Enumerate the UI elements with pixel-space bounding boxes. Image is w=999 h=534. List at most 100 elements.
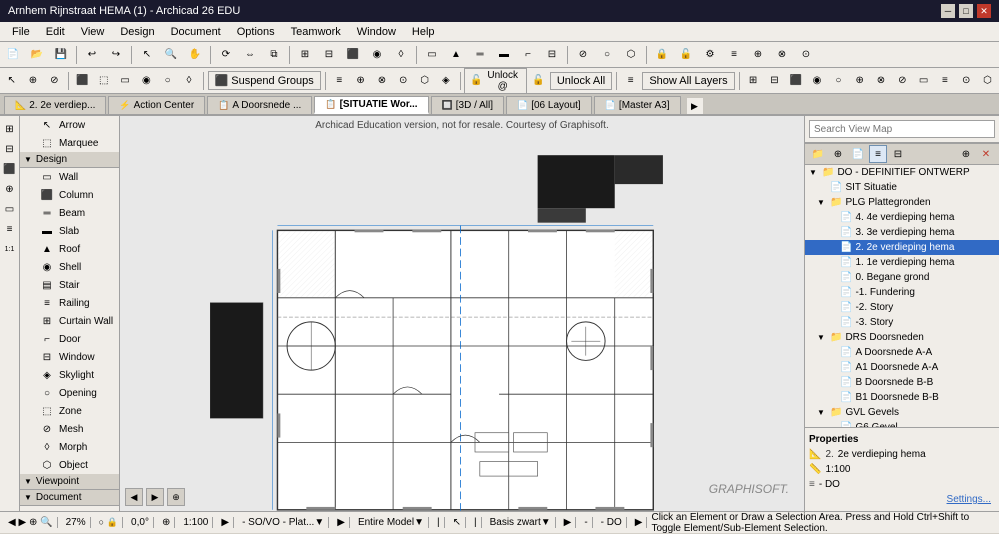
tb4[interactable]: ◉	[366, 44, 388, 66]
tb-r2-17[interactable]: ⊟	[765, 70, 784, 92]
tb9[interactable]: ▬	[493, 44, 515, 66]
redo-btn[interactable]: ↪	[105, 44, 127, 66]
rp-btn-4[interactable]: ≡	[869, 145, 887, 163]
tb-r2-16[interactable]: ⊞	[743, 70, 762, 92]
tb-r2-24[interactable]: ▭	[914, 70, 933, 92]
tb17[interactable]: ⚙	[699, 44, 721, 66]
tb20[interactable]: ⊗	[771, 44, 793, 66]
unlock-all-btn[interactable]: Unlock All	[550, 72, 612, 90]
status-prev-btn[interactable]: ◀	[8, 517, 16, 528]
tb-r2-25[interactable]: ≡	[935, 70, 954, 92]
suspend-groups-btn[interactable]: ⬛ Suspend Groups	[208, 71, 321, 90]
tb-r2-23[interactable]: ⊘	[893, 70, 912, 92]
tool-railing[interactable]: ≡ Railing	[20, 294, 119, 312]
view-map-search-input[interactable]	[809, 120, 995, 138]
undo-btn[interactable]: ↩	[81, 44, 103, 66]
tb13[interactable]: ○	[596, 44, 618, 66]
tool-beam[interactable]: ═ Beam	[20, 204, 119, 222]
tb-r2-2[interactable]: ⊕	[23, 70, 42, 92]
tab-3d[interactable]: 🔲 [3D / All]	[431, 96, 504, 114]
tool-opening[interactable]: ○ Opening	[20, 384, 119, 402]
tree-item-plg[interactable]: ▼ 📁 PLG Plattegronden	[805, 195, 999, 210]
tb1[interactable]: ⊞	[294, 44, 316, 66]
menu-options[interactable]: Options	[229, 24, 283, 40]
tb3[interactable]: ⬛	[342, 44, 364, 66]
tool-marquee[interactable]: ⬚ Marquee	[20, 134, 119, 152]
nav-fit-btn[interactable]: ⊕	[167, 488, 185, 506]
tool-skylight[interactable]: ◈ Skylight	[20, 366, 119, 384]
tree-item-gvl[interactable]: ▼ 📁 GVL Gevels	[805, 405, 999, 420]
rp-close-btn[interactable]: ✕	[977, 145, 995, 163]
tool-zone[interactable]: ⬚ Zone	[20, 402, 119, 420]
tree-item-1e[interactable]: 📄 1. 1e verdieping hema	[805, 255, 999, 270]
tb-r2-6[interactable]: ▭	[115, 70, 134, 92]
tool-window[interactable]: ⊟ Window	[20, 348, 119, 366]
tree-item-g6[interactable]: 📄 G6 Gevel	[805, 420, 999, 427]
rotate-btn[interactable]: ⟳	[215, 44, 237, 66]
tb18[interactable]: ≡	[723, 44, 745, 66]
rp-btn-5[interactable]: ⊟	[889, 145, 907, 163]
arrow-tool[interactable]: ↖	[136, 44, 158, 66]
tab-master[interactable]: 📄 [Master A3]	[594, 96, 681, 114]
tool-shell[interactable]: ◉ Shell	[20, 258, 119, 276]
tb10[interactable]: ⌐	[517, 44, 539, 66]
nav-forward-btn[interactable]: ▶	[146, 488, 164, 506]
rp-btn-1[interactable]: 📁	[809, 145, 827, 163]
tool-curtain-wall[interactable]: ⊞ Curtain Wall	[20, 312, 119, 330]
rp-btn-2[interactable]: ⊕	[829, 145, 847, 163]
open-btn[interactable]: 📂	[26, 44, 48, 66]
status-pen[interactable]: Basis zwart▼	[486, 517, 556, 528]
tb-r2-20[interactable]: ○	[829, 70, 848, 92]
tb-r2-9[interactable]: ◊	[179, 70, 198, 92]
lv-btn-1[interactable]: ⊞	[1, 120, 19, 138]
tb-r2-layer1[interactable]: ≡	[621, 70, 640, 92]
status-angle-btn[interactable]: ○	[99, 517, 104, 527]
canvas-area[interactable]: Archicad Education version, not for resa…	[120, 116, 804, 511]
tb-r2-27[interactable]: ⬡	[978, 70, 997, 92]
tb-r2-15[interactable]: ◈	[436, 70, 455, 92]
tb-r2-21[interactable]: ⊕	[850, 70, 869, 92]
tb-r2-19[interactable]: ◉	[807, 70, 826, 92]
lv-btn-2[interactable]: ⊟	[1, 140, 19, 158]
settings-link[interactable]: Settings...	[809, 492, 995, 507]
status-model[interactable]: Entire Model▼	[354, 517, 429, 528]
design-section-header[interactable]: Design	[20, 152, 119, 168]
menu-teamwork[interactable]: Teamwork	[283, 24, 349, 40]
status-layer-combo[interactable]: - SO/VO - Plat...▼	[238, 517, 329, 528]
tb19[interactable]: ⊕	[747, 44, 769, 66]
tool-mesh[interactable]: ⊘ Mesh	[20, 420, 119, 438]
mirror-btn[interactable]: ⇔	[239, 44, 261, 66]
tab-2e-verdiep[interactable]: 📐 2. 2e verdiep...	[4, 96, 106, 114]
status-next-btn[interactable]: ▶	[18, 517, 26, 528]
tool-morph[interactable]: ◊ Morph	[20, 438, 119, 456]
tab-action-center[interactable]: ⚡ Action Center	[108, 96, 205, 114]
tree-item-sit[interactable]: 📄 SIT Situatie	[805, 180, 999, 195]
tool-door[interactable]: ⌐ Door	[20, 330, 119, 348]
lv-btn-7[interactable]: 1:1	[1, 240, 19, 258]
tb-r2-18[interactable]: ⬛	[786, 70, 805, 92]
tb-r2-8[interactable]: ○	[158, 70, 177, 92]
menu-edit[interactable]: Edit	[38, 24, 73, 40]
lv-btn-6[interactable]: ≡	[1, 220, 19, 238]
tab-doorsnede[interactable]: 📋 A Doorsnede ...	[207, 96, 312, 114]
tb-r2-5[interactable]: ⬚	[94, 70, 113, 92]
tb14[interactable]: ⬡	[620, 44, 642, 66]
minimize-button[interactable]: ─	[941, 4, 955, 18]
lv-btn-4[interactable]: ⊕	[1, 180, 19, 198]
tb2[interactable]: ⊟	[318, 44, 340, 66]
tool-object[interactable]: ⬡ Object	[20, 456, 119, 474]
pan-btn[interactable]: ✋	[184, 44, 206, 66]
tool-column[interactable]: ⬛ Column	[20, 186, 119, 204]
tab-layout[interactable]: 📄 [06 Layout]	[506, 96, 592, 114]
tree-item-drsB[interactable]: 📄 B Doorsnede B-B	[805, 375, 999, 390]
viewpoint-section-header[interactable]: Viewpoint	[20, 474, 119, 490]
tab-more-btn[interactable]: ▶	[687, 98, 703, 114]
tb8[interactable]: ═	[469, 44, 491, 66]
menu-window[interactable]: Window	[349, 24, 404, 40]
menu-design[interactable]: Design	[112, 24, 162, 40]
unlock-at-btn[interactable]: 🔓 Unlock @	[464, 68, 526, 94]
tree-item-m1[interactable]: 📄 -1. Fundering	[805, 285, 999, 300]
nav-back-btn[interactable]: ◀	[125, 488, 143, 506]
lv-btn-5[interactable]: ▭	[1, 200, 19, 218]
tb11[interactable]: ⊟	[541, 44, 563, 66]
